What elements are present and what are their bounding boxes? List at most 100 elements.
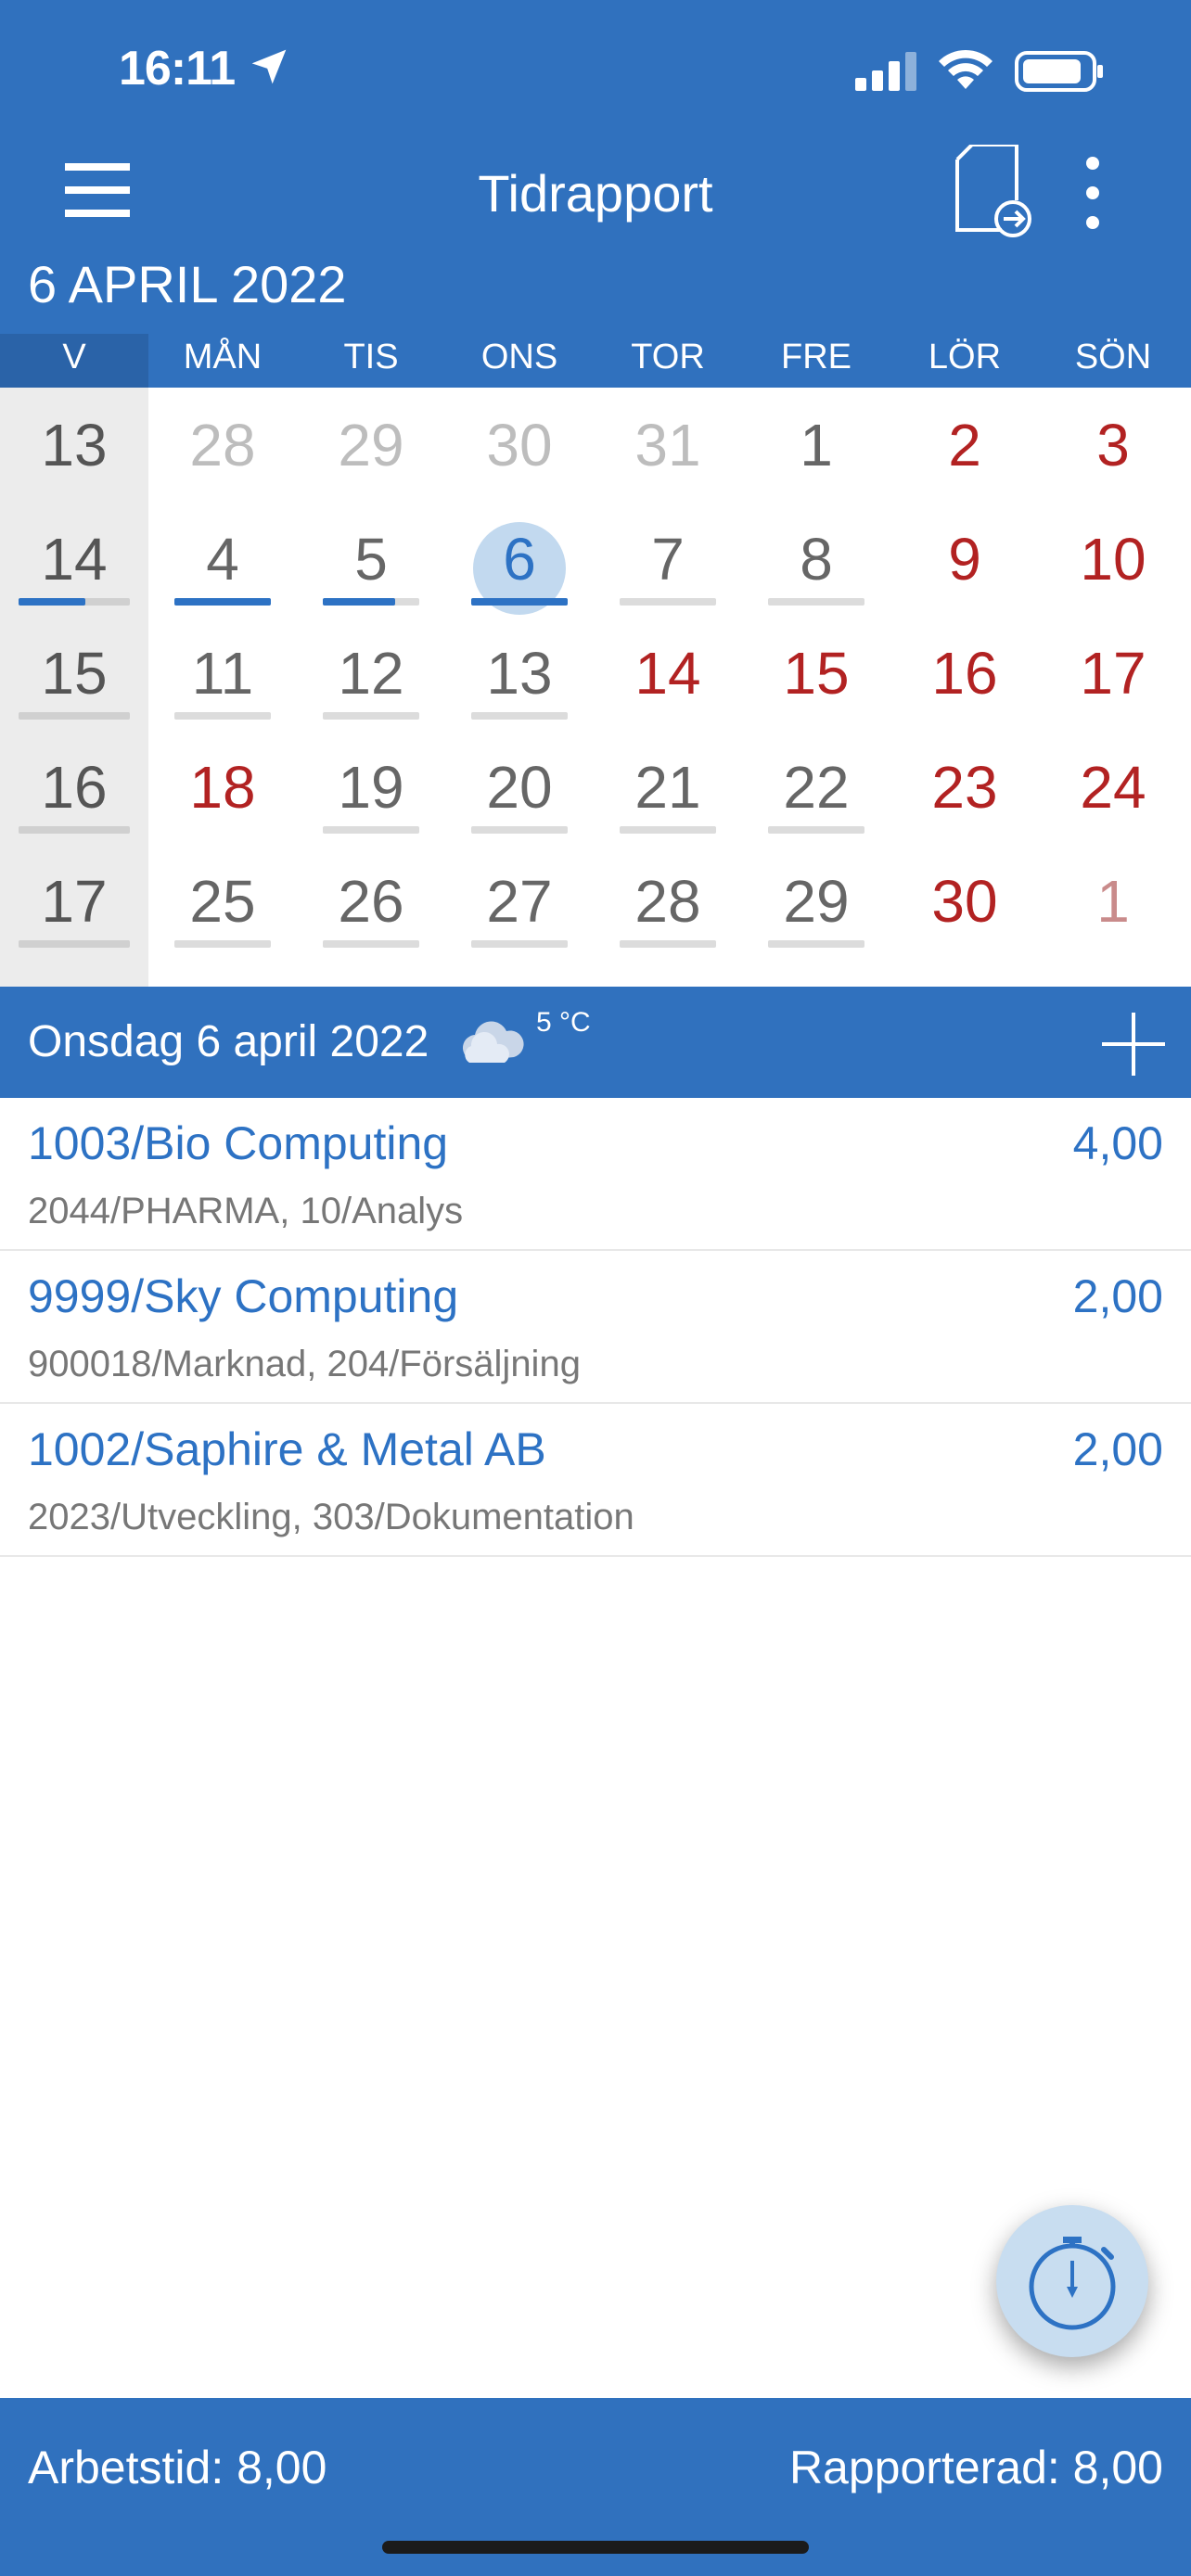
entry-project: 1003/Bio Computing xyxy=(28,1117,449,1169)
entry-detail: 900018/Marknad, 204/Försäljning xyxy=(28,1344,581,1384)
week-number-cell[interactable]: 17 xyxy=(0,844,148,958)
weekday-header-week: V xyxy=(0,334,148,388)
week-progress-bar xyxy=(19,826,130,834)
calendar-day-cell[interactable]: 7 xyxy=(594,502,742,616)
calendar-day-number: 22 xyxy=(783,754,850,821)
weekday-header: TIS xyxy=(343,338,399,376)
calendar-day-number: 1 xyxy=(800,412,833,478)
weekday-header: MÅN xyxy=(183,338,263,376)
week-number-cell[interactable]: 16 xyxy=(0,730,148,844)
calendar-day-cell[interactable]: 5 xyxy=(297,502,445,616)
calendar-day-number: 14 xyxy=(634,640,701,707)
calendar-day-cell[interactable]: 4 xyxy=(148,502,297,616)
calendar-day-cell[interactable]: 18 xyxy=(148,730,297,844)
week-number-cell[interactable]: 14 xyxy=(0,502,148,616)
calendar-day-cell[interactable]: 21 xyxy=(594,730,742,844)
entry-hours: 2,00 xyxy=(1072,1423,1163,1475)
entry-hours: 2,00 xyxy=(1072,1270,1163,1322)
calendar-day-cell[interactable]: 31 xyxy=(594,388,742,502)
calendar-day-cell[interactable]: 19 xyxy=(297,730,445,844)
calendar-day-cell[interactable]: 29 xyxy=(297,388,445,502)
selected-day-title: Onsdag 6 april 2022 xyxy=(28,1017,429,1066)
calendar-day-cell[interactable]: 30 xyxy=(445,388,594,502)
location-arrow-icon xyxy=(251,49,287,84)
time-entry-row[interactable]: 1002/Saphire & Metal AB 2,00 2023/Utveckli… xyxy=(0,1404,1191,1557)
app-header: 16:11 Tidrapport 6 APRIL 2022 V MÅN TIS ONS… xyxy=(0,0,1191,388)
calendar-day-number: 23 xyxy=(931,754,998,821)
calendar-day-cell[interactable]: 12 xyxy=(297,616,445,730)
day-progress-bar xyxy=(471,826,568,834)
calendar-day-number: 27 xyxy=(486,868,553,935)
entry-hours: 4,00 xyxy=(1072,1117,1163,1169)
calendar-day-number: 2 xyxy=(948,412,981,478)
week-number-cell[interactable]: 15 xyxy=(0,616,148,730)
calendar-day-number: 26 xyxy=(338,868,404,935)
calendar-day-cell[interactable]: 8 xyxy=(742,502,890,616)
calendar-day-number: 28 xyxy=(634,868,701,935)
entry-project: 9999/Sky Computing xyxy=(28,1270,459,1322)
calendar-day-number: 10 xyxy=(1080,526,1146,593)
day-progress-bar xyxy=(471,598,568,606)
calendar-day-cell[interactable]: 11 xyxy=(148,616,297,730)
home-indicator xyxy=(382,2541,809,2554)
week-number: 14 xyxy=(41,526,108,593)
calendar-day-cell[interactable]: 16 xyxy=(890,616,1039,730)
calendar-day-number: 17 xyxy=(1080,640,1146,707)
calendar-day-cell[interactable]: 23 xyxy=(890,730,1039,844)
cellular-signal-icon xyxy=(855,52,916,91)
calendar-day-cell[interactable]: 1 xyxy=(742,388,890,502)
month-label[interactable]: 6 APRIL 2022 xyxy=(28,254,347,314)
calendar-day-number: 30 xyxy=(486,412,553,478)
more-options-icon[interactable] xyxy=(1080,156,1106,230)
day-progress-bar xyxy=(174,940,271,948)
calendar-day-number: 19 xyxy=(338,754,404,821)
calendar-day-cell[interactable]: 3 xyxy=(1039,388,1187,502)
calendar-day-cell[interactable]: 30 xyxy=(890,844,1039,958)
weekday-header: TOR xyxy=(631,338,705,376)
calendar-day-number: 6 xyxy=(503,526,536,593)
calendar-day-cell[interactable]: 26 xyxy=(297,844,445,958)
time-entry-row[interactable]: 1003/Bio Computing 4,00 2044/PHARMA, 10/An… xyxy=(0,1098,1191,1251)
week-number: 16 xyxy=(41,754,108,821)
calendar-day-number: 13 xyxy=(486,640,553,707)
week-number-cell[interactable]: 13 xyxy=(0,388,148,502)
calendar-day-cell[interactable]: 28 xyxy=(594,844,742,958)
day-progress-bar xyxy=(471,712,568,720)
stopwatch-icon xyxy=(1029,2237,1116,2330)
calendar-day-cell[interactable]: 6 xyxy=(445,502,594,616)
calendar-day-cell[interactable]: 15 xyxy=(742,616,890,730)
calendar-day-cell[interactable]: 24 xyxy=(1039,730,1187,844)
calendar-day-number: 24 xyxy=(1080,754,1146,821)
calendar-day-cell[interactable]: 13 xyxy=(445,616,594,730)
calendar-day-cell[interactable]: 1 xyxy=(1039,844,1187,958)
calendar-day-cell[interactable]: 25 xyxy=(148,844,297,958)
calendar-day-cell[interactable]: 29 xyxy=(742,844,890,958)
calendar-day-number: 30 xyxy=(931,868,998,935)
day-header: Onsdag 6 april 2022 xyxy=(0,987,1191,1098)
entry-detail: 2023/Utveckling, 303/Dokumentation xyxy=(28,1497,634,1537)
export-report-icon[interactable] xyxy=(954,145,1035,237)
calendar-day-cell[interactable]: 14 xyxy=(594,616,742,730)
calendar-day-number: 29 xyxy=(338,412,404,478)
work-time-label: Arbetstid: 8,00 xyxy=(28,2442,327,2493)
calendar-day-number: 29 xyxy=(783,868,850,935)
calendar-day-cell[interactable]: 28 xyxy=(148,388,297,502)
calendar-day-cell[interactable]: 20 xyxy=(445,730,594,844)
stopwatch-button[interactable] xyxy=(996,2205,1148,2357)
calendar-day-cell[interactable]: 10 xyxy=(1039,502,1187,616)
calendar-day-cell[interactable]: 27 xyxy=(445,844,594,958)
day-progress-bar xyxy=(768,598,864,606)
weekday-header: ONS xyxy=(480,338,558,376)
weekday-row: V MÅN TIS ONS TOR FRE LÖR SÖN xyxy=(0,334,1191,388)
calendar-day-cell[interactable]: 9 xyxy=(890,502,1039,616)
calendar-day-number: 20 xyxy=(486,754,553,821)
day-progress-fill xyxy=(323,598,395,606)
weekday-header: LÖR xyxy=(928,338,1002,376)
time-entry-row[interactable]: 9999/Sky Computing 2,00 900018/Marknad, 20… xyxy=(0,1251,1191,1404)
calendar-grid: 13 28 29 30 31 1 2 3 14 4 5 6 7 8 9 10 15 11 12 13 14 15 16 17 1… xyxy=(0,388,1191,987)
week-number: 17 xyxy=(41,868,108,935)
calendar-day-cell[interactable]: 17 xyxy=(1039,616,1187,730)
add-entry-icon[interactable] xyxy=(1102,1013,1165,1076)
calendar-day-cell[interactable]: 2 xyxy=(890,388,1039,502)
calendar-day-cell[interactable]: 22 xyxy=(742,730,890,844)
